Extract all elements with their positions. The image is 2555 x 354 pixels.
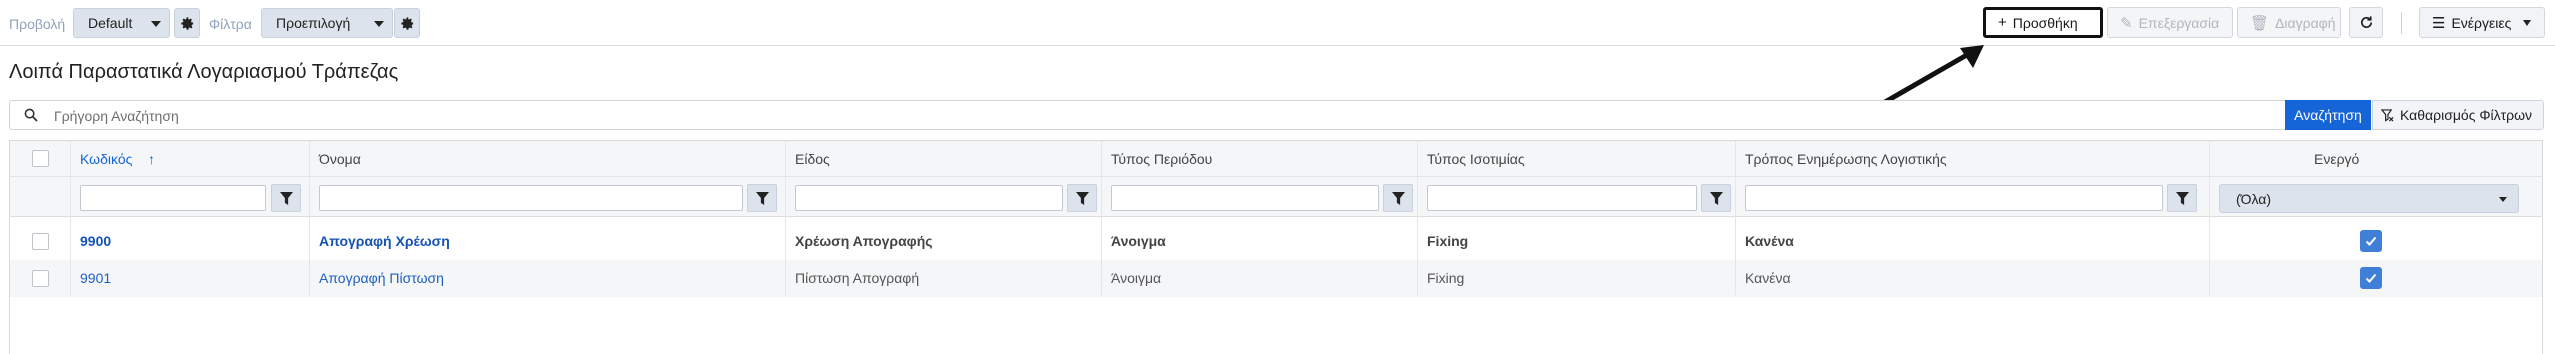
filter-row: (Όλα) — [10, 177, 2542, 217]
filter-icon — [1709, 191, 1723, 205]
row-name-link[interactable]: Απογραφή Πίστωση — [319, 270, 444, 286]
clear-filters-label: Καθαρισμός Φίλτρων — [2400, 107, 2533, 123]
refresh-button[interactable] — [2349, 7, 2383, 38]
column-divider — [785, 141, 786, 295]
search-placeholder: Γρήγορη Αναζήτηση — [54, 108, 179, 124]
column-header-accounting-update[interactable]: Τρόπος Ενημέρωσης Λογιστικής — [1745, 151, 1947, 167]
active-filter-value: (Όλα) — [2236, 191, 2272, 207]
table-row[interactable]: 9900 Απογραφή Χρέωση Χρέωση Απογραφής Άν… — [10, 223, 2542, 260]
view-dropdown-value: Default — [88, 15, 133, 31]
row-accounting-update: Κανένα — [1745, 233, 1794, 249]
filter-icon — [279, 191, 293, 205]
actions-dropdown-button[interactable]: ☰ Ενέργειες — [2419, 7, 2545, 38]
chevron-down-icon — [2523, 19, 2532, 26]
row-exchange-rate-type: Fixing — [1427, 270, 1465, 286]
row-checkbox[interactable] — [32, 270, 49, 287]
add-button-label: Προσθήκη — [2012, 14, 2078, 31]
view-label: Προβολή — [9, 16, 66, 32]
column-divider — [70, 141, 71, 295]
column-header-kind[interactable]: Είδος — [795, 151, 830, 167]
filters-settings-button[interactable] — [394, 8, 420, 38]
table-row[interactable]: 9901 Απογραφή Πίστωση Πίστωση Απογραφή Ά… — [10, 260, 2542, 297]
chevron-down-icon — [151, 21, 161, 27]
filter-icon — [1075, 191, 1089, 205]
row-code-link[interactable]: 9900 — [80, 233, 111, 249]
row-kind: Πίστωση Απογραφή — [795, 270, 920, 286]
column-divider — [2209, 141, 2210, 295]
delete-button-label: Διαγραφή — [2275, 14, 2336, 31]
filters-dropdown[interactable]: Προεπιλογή — [261, 8, 393, 38]
column-header-active[interactable]: Ενεργό — [2314, 151, 2359, 167]
refresh-icon — [2360, 16, 2372, 28]
row-period-type: Άνοιγμα — [1111, 270, 1162, 286]
checkmark-icon — [2365, 273, 2377, 283]
chevron-down-icon — [2499, 197, 2507, 202]
row-kind: Χρέωση Απογραφής — [795, 233, 933, 249]
clear-filters-button[interactable]: Καθαρισμός Φίλτρων — [2372, 100, 2544, 130]
period-type-filter-input[interactable] — [1111, 185, 1379, 211]
menu-icon: ☰ — [2432, 14, 2446, 32]
add-button[interactable]: + Προσθήκη — [1983, 7, 2103, 38]
trash-icon: 🗑 — [2250, 14, 2270, 32]
filter-icon — [1391, 191, 1405, 205]
column-divider — [1417, 141, 1418, 295]
search-button[interactable]: Αναζήτηση — [2285, 100, 2371, 130]
actions-button-label: Ενέργειες — [2451, 14, 2512, 31]
accounting-update-filter-button[interactable] — [2167, 184, 2197, 212]
grid-header: Κωδικός ↑ Όνομα Είδος Τύπος Περιόδου Τύπ… — [10, 141, 2542, 177]
row-name-link[interactable]: Απογραφή Χρέωση — [319, 233, 450, 249]
gear-icon — [400, 16, 413, 30]
exchange-rate-filter-button[interactable] — [1701, 184, 1731, 212]
code-filter-input[interactable] — [80, 185, 266, 211]
page-title: Λοιπά Παραστατικά Λογαριασμού Τράπεζας — [9, 61, 399, 83]
exchange-rate-filter-input[interactable] — [1427, 185, 1697, 211]
quick-search-input[interactable]: Γρήγορη Αναζήτηση — [9, 100, 2286, 130]
gear-icon — [180, 16, 193, 30]
row-accounting-update: Κανένα — [1745, 270, 1791, 286]
filters-dropdown-value: Προεπιλογή — [276, 15, 351, 31]
data-grid: Κωδικός ↑ Όνομα Είδος Τύπος Περιόδου Τύπ… — [9, 140, 2543, 354]
plus-icon: + — [1998, 14, 2007, 31]
pencil-icon: ✎ — [2120, 14, 2133, 32]
edit-button[interactable]: ✎ Επεξεργασία — [2107, 7, 2233, 38]
row-checkbox[interactable] — [32, 233, 49, 250]
filters-label: Φίλτρα — [209, 16, 252, 32]
filter-icon — [755, 191, 769, 205]
column-header-period-type[interactable]: Τύπος Περιόδου — [1111, 151, 1212, 167]
column-header-name[interactable]: Όνομα — [319, 151, 361, 167]
column-divider — [1101, 141, 1102, 295]
sort-asc-icon: ↑ — [147, 151, 155, 167]
code-filter-button[interactable] — [271, 184, 301, 212]
view-settings-button[interactable] — [174, 8, 200, 38]
chevron-down-icon — [374, 21, 384, 27]
row-period-type: Άνοιγμα — [1111, 233, 1166, 249]
row-active-checkbox[interactable] — [2360, 230, 2382, 252]
toolbar-divider — [2401, 12, 2402, 34]
period-type-filter-button[interactable] — [1383, 184, 1413, 212]
search-icon — [24, 108, 38, 122]
column-header-exchange-rate-type[interactable]: Τύπος Ισοτιμίας — [1427, 151, 1525, 167]
edit-button-label: Επεξεργασία — [2138, 14, 2220, 31]
column-divider — [1735, 141, 1736, 295]
column-divider — [309, 141, 310, 295]
column-header-code[interactable]: Κωδικός ↑ — [80, 151, 155, 167]
active-filter-select[interactable]: (Όλα) — [2219, 184, 2519, 213]
row-active-checkbox[interactable] — [2360, 267, 2382, 289]
kind-filter-button[interactable] — [1067, 184, 1097, 212]
top-toolbar: Προβολή Default Φίλτρα Προεπιλογή + Προσ… — [0, 0, 2555, 46]
row-code-link[interactable]: 9901 — [80, 270, 111, 286]
name-filter-button[interactable] — [747, 184, 777, 212]
kind-filter-input[interactable] — [795, 185, 1063, 211]
filter-clear-icon — [2381, 108, 2394, 122]
view-dropdown[interactable]: Default — [73, 8, 170, 38]
checkmark-icon — [2365, 236, 2377, 246]
row-exchange-rate-type: Fixing — [1427, 233, 1469, 249]
search-button-label: Αναζήτηση — [2294, 107, 2362, 123]
accounting-update-filter-input[interactable] — [1745, 185, 2163, 211]
select-all-checkbox[interactable] — [32, 150, 49, 167]
delete-button[interactable]: 🗑 Διαγραφή — [2237, 7, 2341, 38]
filter-icon — [2175, 191, 2189, 205]
name-filter-input[interactable] — [319, 185, 743, 211]
